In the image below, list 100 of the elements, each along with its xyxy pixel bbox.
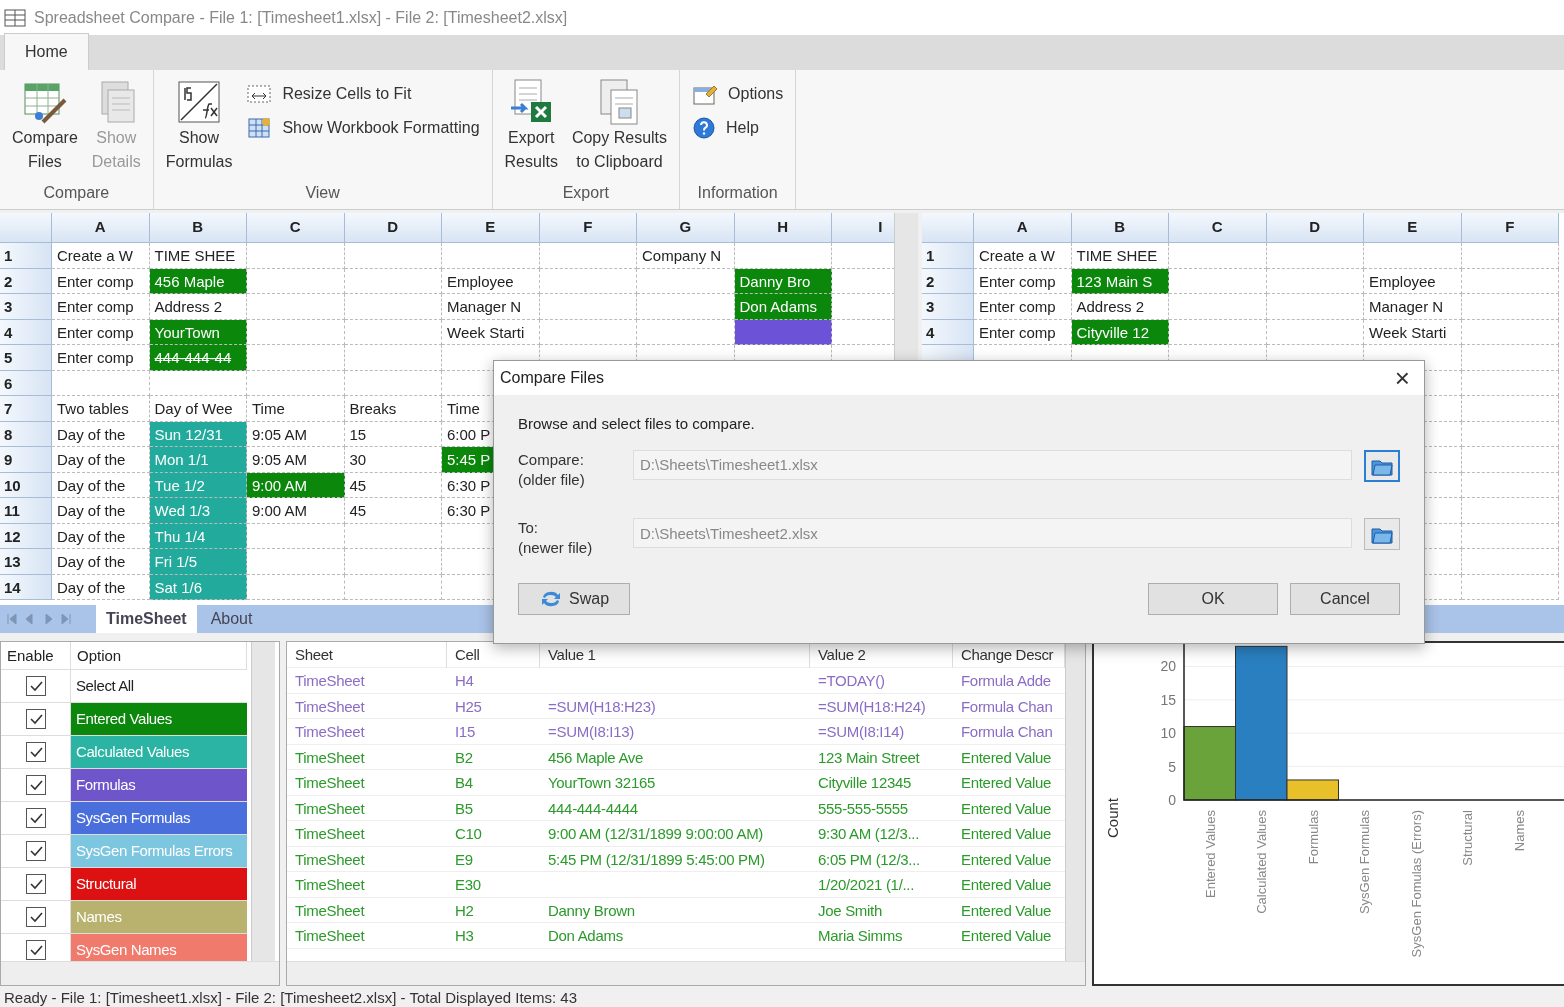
vertical-scrollbar[interactable] [1065, 642, 1085, 961]
table-cell: B4 [447, 770, 540, 796]
ribbon-tab[interactable]: Home [4, 33, 89, 70]
column-header: C [247, 213, 345, 243]
checkbox[interactable] [25, 709, 46, 729]
sheet-tab[interactable]: About [200, 605, 263, 633]
table-cell: I15 [447, 719, 540, 745]
tick-label: 5 [1168, 758, 1176, 775]
table-cell: TimeSheet [287, 719, 447, 745]
ribbon-button[interactable]: Show Workbook Formatting [242, 114, 484, 142]
browse-button[interactable] [1364, 518, 1400, 550]
sheet-tab[interactable]: TimeSheet [96, 605, 197, 633]
grid-cell: Employee [1364, 268, 1462, 294]
grid-cell: Address 2 [1071, 294, 1169, 320]
grid-cell: Day of the [52, 498, 150, 524]
column-header: H [734, 213, 832, 243]
column-header: F [539, 213, 637, 243]
grid-cell: Enter comp [52, 294, 150, 320]
tick-label: 20 [1160, 658, 1176, 675]
group-label: Export [561, 183, 610, 203]
checkbox[interactable] [25, 907, 46, 927]
grid-cell: Sun 12/31 [149, 421, 247, 447]
vertical-scrollbar[interactable] [251, 642, 275, 961]
corner-cell [0, 213, 52, 243]
column-header: E [442, 213, 540, 243]
cancel-button[interactable]: Cancel [1290, 582, 1400, 615]
table-cell: H4 [447, 668, 540, 694]
row-header: 8 [0, 421, 52, 447]
grid-cell: Enter comp [52, 319, 150, 345]
swap-button[interactable]: Swap [518, 582, 631, 615]
tick-label: 0 [1168, 792, 1176, 808]
row-header: 7 [0, 396, 52, 422]
table-cell: TimeSheet [287, 693, 447, 719]
row-header: 12 [0, 523, 52, 549]
browse-button[interactable] [1364, 449, 1400, 482]
tick-label: 15 [1160, 691, 1176, 708]
grid-cell: TIME SHEE [149, 243, 247, 269]
option-label: Names [71, 901, 247, 934]
grid-cell: Fri 1/5 [149, 549, 247, 575]
grid-icon [246, 116, 273, 140]
table-cell: 555-555-5555 [810, 795, 953, 821]
category-label: Entered Values [1202, 810, 1218, 898]
ok-button[interactable]: OK [1148, 582, 1278, 615]
table-cell: TimeSheet [287, 668, 447, 694]
checkbox[interactable] [25, 742, 46, 762]
close-button[interactable]: × [1386, 365, 1418, 391]
grid-cell: Day of the [52, 523, 150, 549]
checkbox[interactable] [25, 775, 46, 795]
table-cell: YourTown 32165 [540, 770, 810, 796]
row-header: 4 [922, 319, 974, 345]
grid-cell: Create a W [974, 243, 1072, 269]
table-cell: E30 [447, 872, 540, 898]
grid-cell: Manager N [1364, 294, 1462, 320]
grid-cell: 45 [344, 472, 442, 498]
help-icon [692, 116, 717, 140]
grid-cell: 9:00 AM [247, 472, 345, 498]
axis-title: Count [1104, 798, 1121, 838]
row-header: 1 [922, 243, 974, 269]
checkbox[interactable] [25, 808, 46, 828]
row-header: 2 [0, 268, 52, 294]
grid-cell: TIME SHEE [1071, 243, 1169, 269]
checkbox[interactable] [25, 676, 46, 696]
option-label: SysGen Formulas [71, 802, 247, 835]
table-cell: Joe Smith [810, 897, 953, 923]
tick-label: 10 [1160, 725, 1176, 742]
grid-cell: 456 Maple [149, 268, 247, 294]
table-cell: =SUM(H18:H23) [540, 693, 810, 719]
grid-cell: YourTown [149, 319, 247, 345]
checkbox[interactable] [25, 874, 46, 894]
table-cell: B5 [447, 795, 540, 821]
checkbox[interactable] [25, 841, 46, 861]
grid-cell: Enter comp [974, 268, 1072, 294]
table-cell: 1/20/2021 (1/... [810, 872, 953, 898]
checkbox[interactable] [25, 940, 46, 960]
grid-cell: Don Adams [734, 294, 832, 320]
ribbon-button[interactable]: Export Results [500, 76, 562, 181]
column-header: B [149, 213, 247, 243]
group-label: Compare [42, 183, 111, 203]
grid-cell: Time [247, 396, 345, 422]
grid-cell: 45 [344, 498, 442, 524]
grid-cell: 9:05 AM [247, 447, 345, 473]
grid-cell: Wed 1/3 [149, 498, 247, 524]
column-header: D [344, 213, 442, 243]
option-label: Structural [71, 868, 247, 901]
grid-cell: 9:05 AM [247, 421, 345, 447]
ribbon-button[interactable]: Show Formulas [161, 76, 237, 181]
ribbon-button[interactable]: Help [688, 114, 788, 142]
grid-cell: Sat 1/6 [149, 574, 247, 600]
grid-cell: 444-444-44 [149, 345, 247, 371]
table-cell: TimeSheet [287, 872, 447, 898]
ribbon-button[interactable]: Resize Cells to Fit [242, 80, 484, 108]
ribbon-button[interactable]: Compare Files [8, 76, 82, 181]
grid-cell: Cityville 12 [1071, 319, 1169, 345]
horizontal-scrollbar[interactable] [1, 961, 279, 985]
table-cell: =TODAY() [810, 668, 953, 694]
category-label: SysGen Fomulas (Errors) [1408, 810, 1424, 958]
ribbon-button[interactable]: Copy Results to Clipboard [567, 76, 672, 181]
table-cell: C10 [447, 821, 540, 847]
horizontal-scrollbar[interactable] [287, 961, 1085, 985]
ribbon-button[interactable]: Options [688, 80, 788, 108]
